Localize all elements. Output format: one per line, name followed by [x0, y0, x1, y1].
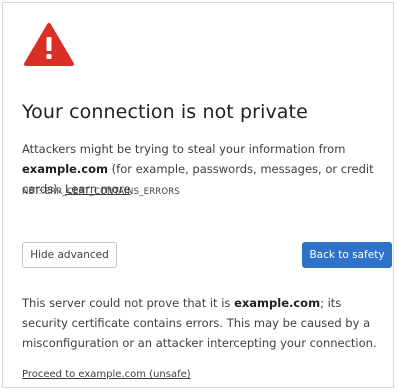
page-title: Your connection is not private: [22, 101, 308, 123]
back-to-safety-button[interactable]: Back to safety: [302, 242, 392, 268]
details-domain: example.com: [234, 296, 321, 310]
warning-triangle-icon: [24, 23, 74, 66]
advanced-details: This server could not prove that it is e…: [22, 293, 390, 353]
details-prefix: This server could not prove that it is: [22, 296, 235, 310]
description-prefix: Attackers might be trying to steal your …: [22, 142, 346, 156]
proceed-unsafe-link[interactable]: Proceed to example.com (unsafe): [22, 369, 191, 380]
error-code: NET::ERR_CERT_CONTAINS_ERRORS: [22, 187, 180, 197]
interstitial-page: Your connection is not private Attackers…: [2, 2, 394, 388]
hide-advanced-button[interactable]: Hide advanced: [22, 242, 117, 268]
description-domain: example.com: [22, 162, 109, 176]
